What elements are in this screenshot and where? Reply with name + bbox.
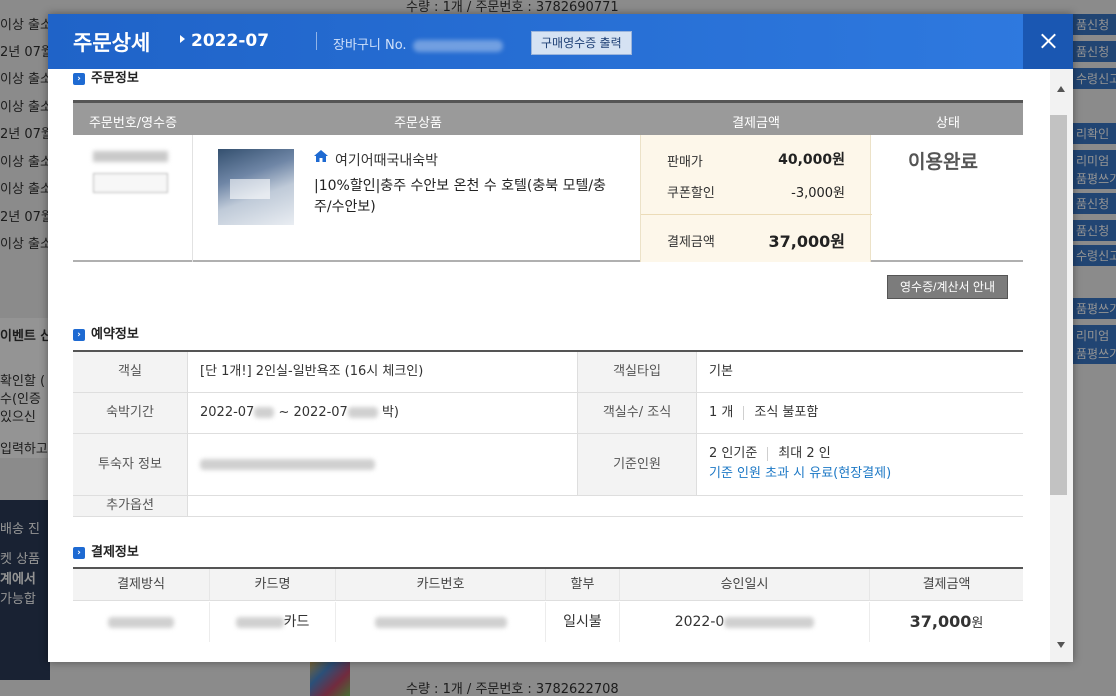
product-thumbnail[interactable] xyxy=(218,149,294,225)
col-amount: 결제금액 xyxy=(732,116,780,131)
col-product: 주문상품 xyxy=(394,116,442,131)
close-icon[interactable] xyxy=(1023,14,1073,69)
shop-name[interactable]: 여기어때국내숙박 xyxy=(335,150,438,170)
order-detail-modal: 주문상세 2022-07 장바구니 No. 구매영수증 출력 › 주문정보 주문번… xyxy=(48,14,1073,662)
reservation-row-room: 객실 [단 1개!] 2인실-일반욕조 (16시 체크인) 객실타입 기본 xyxy=(73,352,1023,393)
reservation-row-option: 추가옵션 xyxy=(73,496,1023,517)
sale-price: 40,000원 xyxy=(778,152,845,168)
cart-label: 장바구니 No. xyxy=(333,38,407,53)
option-label: 추가옵션 xyxy=(73,496,188,516)
receipt-guide-button[interactable]: 영수증/계산서 안내 xyxy=(887,275,1008,299)
print-receipt-button[interactable]: 구매영수증 출력 xyxy=(531,31,632,55)
room-count-value: 1 개 조식 불포함 xyxy=(709,405,819,420)
order-table-header: 주문번호/영수증 주문상품 결제금액 상태 xyxy=(73,100,1023,135)
room-value: [단 1개!] 2인실-일반욕조 (16시 체크인) xyxy=(200,364,424,379)
section-bullet-icon: › xyxy=(73,73,85,85)
order-number-cell xyxy=(73,135,193,262)
payment-section-title: › 결제정보 xyxy=(73,541,139,560)
installment: 일시불 xyxy=(546,602,620,642)
order-status: 이용완료 xyxy=(908,151,978,173)
payment-table: 결제방식 카드명 카드번호 할부 승인일시 결제금액 카드 일시불 2022-0… xyxy=(73,567,1023,642)
scrollbar-thumb[interactable] xyxy=(1050,115,1067,495)
room-type-value: 기본 xyxy=(709,364,733,379)
extra-charge-note: 기준 인원 초과 시 유료(현장결제) xyxy=(709,466,892,481)
redacted-order-number xyxy=(93,151,168,162)
pay-col-card: 카드명 xyxy=(210,569,336,601)
cart-number: 장바구니 No. xyxy=(333,34,503,53)
order-row: 여기어때국내숙박 |10%할인|충주 수안보 온천 수 호텔(충북 모텔/충주/… xyxy=(73,135,1023,262)
room-type-label: 객실타입 xyxy=(577,352,697,392)
pay-col-method: 결제방식 xyxy=(73,569,210,601)
reservation-section-title: › 예약정보 xyxy=(73,323,139,342)
redacted-date xyxy=(254,407,275,418)
payment-method xyxy=(73,602,210,642)
period-value: 2022-07 ~ 2022-07 박) xyxy=(200,405,400,420)
scroll-up-icon[interactable] xyxy=(1057,86,1065,92)
base-people-value: 2 인기준 최대 2 인 기준 인원 초과 시 유료(현장결제) xyxy=(697,444,891,484)
section-bullet-icon: › xyxy=(73,547,85,559)
paid-label: 결제금액 xyxy=(667,235,715,250)
redacted-card-number xyxy=(374,616,507,628)
pay-col-installment: 할부 xyxy=(546,569,620,601)
order-section-title: › 주문정보 xyxy=(73,69,139,86)
pay-col-card-number: 카드번호 xyxy=(336,569,546,601)
col-status: 상태 xyxy=(936,116,960,131)
modal-title: 주문상세 xyxy=(73,31,151,55)
redacted-card-name xyxy=(235,616,284,628)
price-box: 판매가 40,000원 쿠폰할인 -3,000원 결제금액 37,000원 xyxy=(640,135,872,262)
pay-col-amount: 결제금액 xyxy=(870,569,1023,601)
paid-amount: 37,000원 xyxy=(768,232,845,251)
modal-body[interactable]: › 주문정보 주문번호/영수증 주문상품 결제금액 상태 여기어때국내숙박 |10… xyxy=(48,69,1050,662)
home-icon xyxy=(314,150,328,162)
room-label: 객실 xyxy=(73,352,188,392)
card-number xyxy=(336,602,546,642)
coupon-label: 쿠폰할인 xyxy=(667,186,715,201)
room-count-label: 객실수/ 조식 xyxy=(577,393,697,433)
price-divider xyxy=(641,214,872,215)
guest-value xyxy=(188,434,375,495)
section-bullet-icon: › xyxy=(73,329,85,341)
redacted-time xyxy=(724,616,815,628)
approved-time: 2022-0 xyxy=(620,602,870,642)
scroll-down-icon[interactable] xyxy=(1057,642,1065,648)
reservation-row-guest: 투숙자 정보 기준인원 2 인기준 최대 2 인 기준 인원 초과 시 유료(현장… xyxy=(73,434,1023,496)
redacted-date xyxy=(347,407,378,418)
modal-header: 주문상세 2022-07 장바구니 No. 구매영수증 출력 xyxy=(48,14,1073,69)
card-receipt-button[interactable] xyxy=(93,173,168,193)
col-order-number: 주문번호/영수증 xyxy=(88,116,178,131)
base-people-label: 기준인원 xyxy=(577,434,697,495)
pay-col-approved: 승인일시 xyxy=(620,569,870,601)
redacted-cart-number xyxy=(412,39,503,52)
reservation-row-period: 숙박기간 2022-07 ~ 2022-07 박) 객실수/ 조식 1 개 조식 … xyxy=(73,393,1023,434)
product-name[interactable]: |10%할인|충주 수안보 온천 수 호텔(충북 모텔/충주/수안보) xyxy=(314,176,614,218)
guest-label: 투숙자 정보 xyxy=(73,434,188,495)
payment-amount: 37,000원 xyxy=(909,612,984,631)
period-label: 숙박기간 xyxy=(73,393,188,433)
redacted-method xyxy=(108,616,174,628)
card-name: 카드 xyxy=(210,602,336,642)
coupon-discount: -3,000원 xyxy=(791,186,845,201)
reservation-table: 객실 [단 1개!] 2인실-일반욕조 (16시 체크인) 객실타입 기본 숙박… xyxy=(73,350,1023,517)
redacted-guest-info xyxy=(200,459,375,470)
arrow-right-icon xyxy=(180,35,185,43)
scrollbar[interactable] xyxy=(1050,69,1073,662)
sale-price-label: 판매가 xyxy=(667,155,703,170)
header-divider xyxy=(316,32,317,50)
order-date: 2022-07 xyxy=(191,31,270,51)
